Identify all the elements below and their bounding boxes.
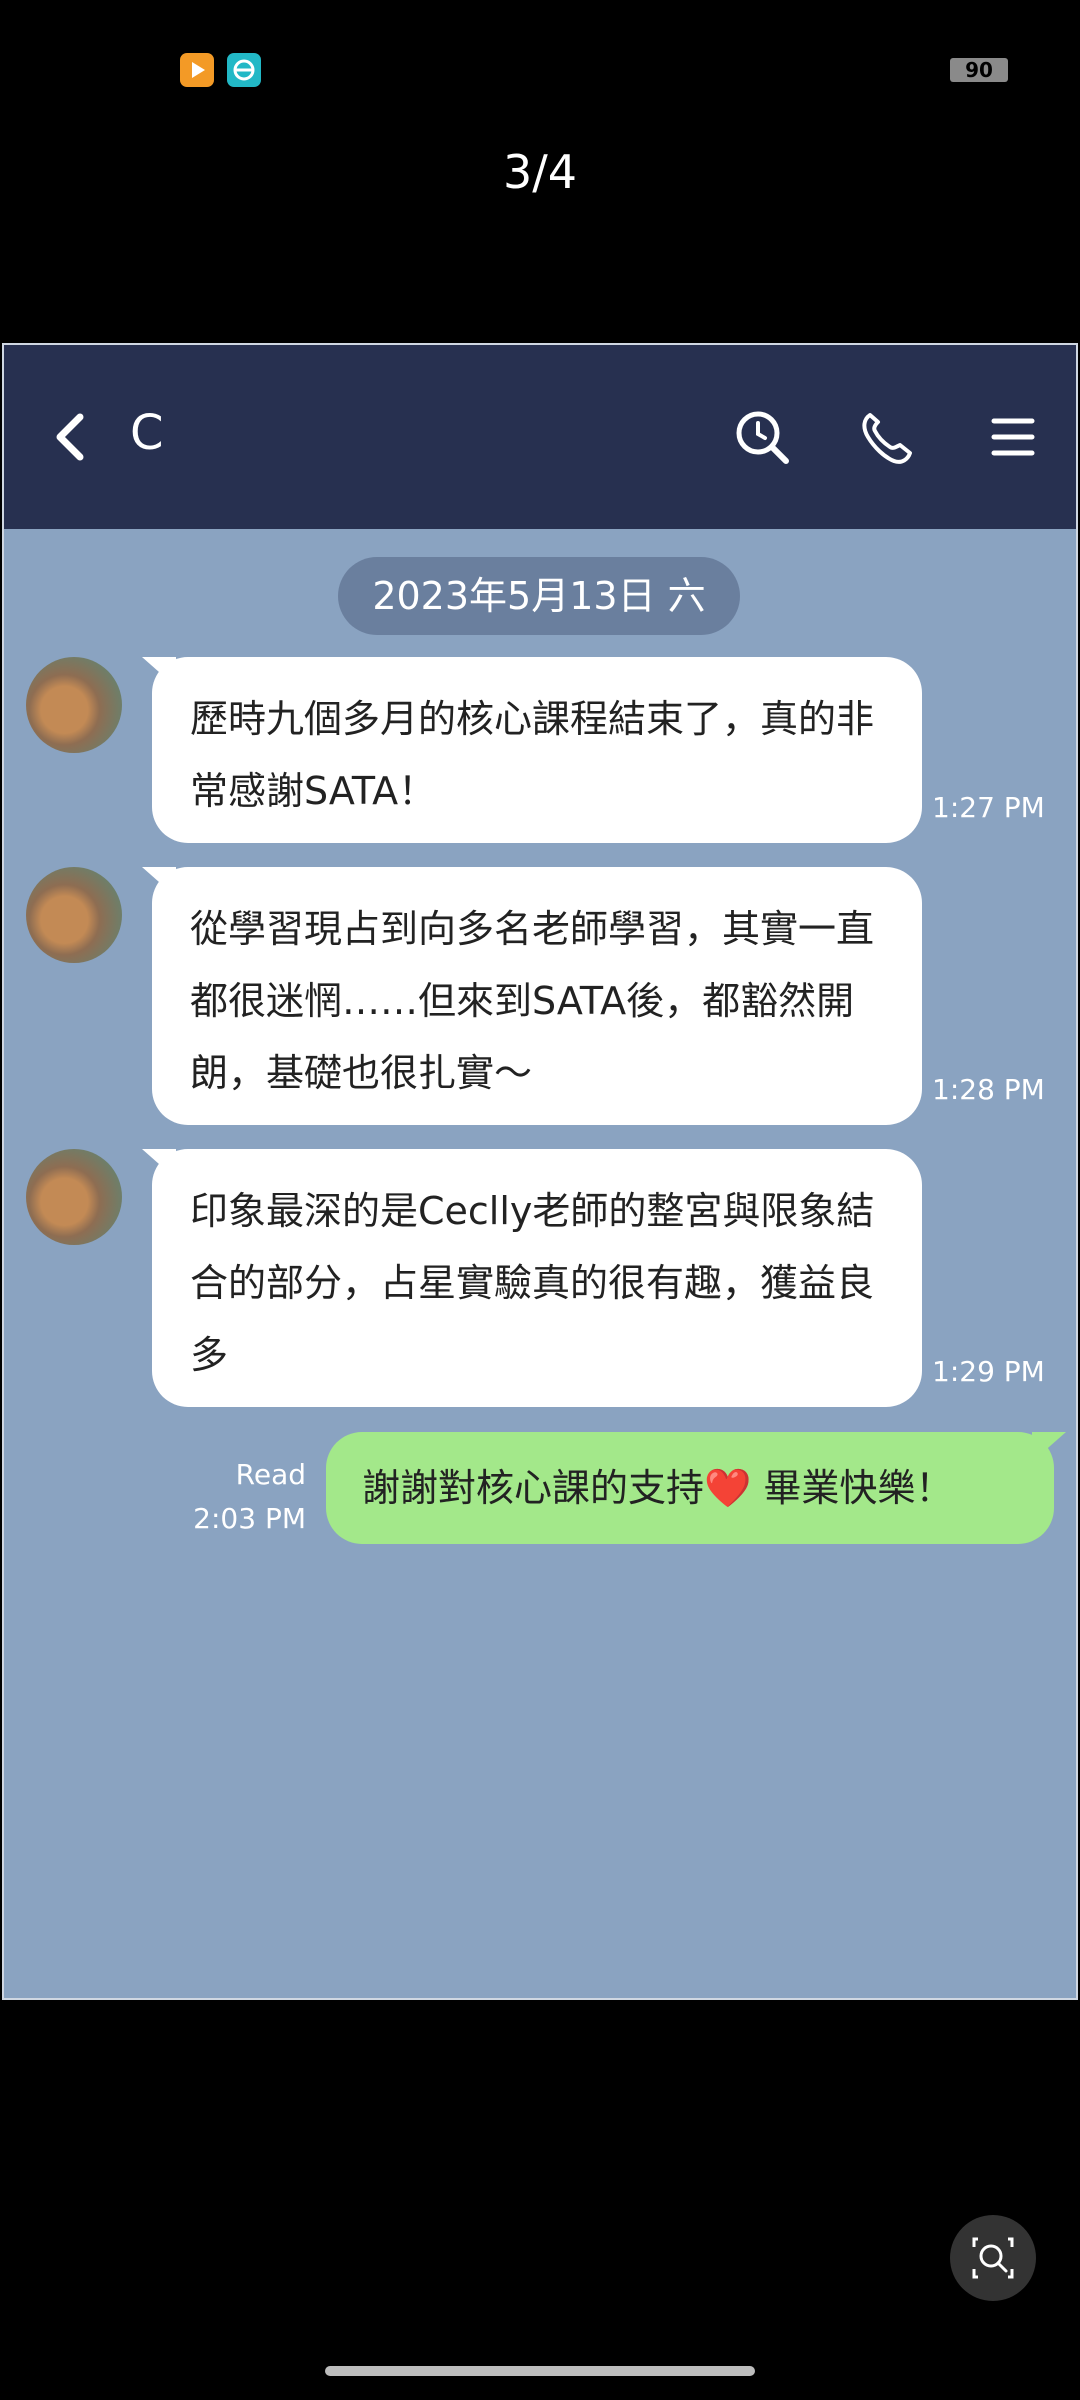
call-button[interactable] <box>856 407 916 467</box>
search-icon <box>736 411 789 464</box>
home-indicator[interactable] <box>325 2366 755 2376</box>
avatar[interactable] <box>26 657 122 753</box>
battery-indicator: 90 <box>950 58 1008 82</box>
lens-search-icon <box>972 2237 1014 2279</box>
browser-app-icon <box>227 53 261 87</box>
date-divider: 2023年5月13日 六 <box>338 557 740 635</box>
message-time: 1:27 PM <box>932 791 1045 824</box>
chat-header: C <box>4 345 1076 529</box>
back-button[interactable] <box>50 411 90 463</box>
chat-screenshot: C 2023年5月13日 六 歷時九個多月的核心課程結束了，真的非常感謝SATA… <box>2 343 1078 2000</box>
contact-name: C <box>130 405 164 461</box>
message-bubble[interactable]: 從學習現占到向多名老師學習，其實一直都很迷惘……但來到SATA後，都豁然開朗，基… <box>152 867 922 1125</box>
search-button[interactable] <box>732 407 792 467</box>
message-time: 1:28 PM <box>932 1073 1045 1106</box>
message-time: 1:29 PM <box>932 1355 1045 1388</box>
chevron-left-icon <box>56 413 84 461</box>
avatar[interactable] <box>26 1149 122 1245</box>
message-bubble[interactable]: 印象最深的是Ceclly老師的整宮與限象結合的部分，占星實驗真的很有趣，獲益良多 <box>152 1149 922 1407</box>
message-time: 2:03 PM <box>193 1502 306 1535</box>
avatar[interactable] <box>26 867 122 963</box>
message-bubble[interactable]: 歷時九個多月的核心課程結束了，真的非常感謝SATA！ <box>152 657 922 843</box>
menu-button[interactable] <box>982 407 1042 467</box>
page-counter: 3/4 <box>502 145 578 199</box>
read-receipt: Read <box>235 1458 306 1491</box>
phone-icon <box>862 413 912 464</box>
hamburger-menu-icon <box>991 418 1035 456</box>
video-app-icon <box>180 53 214 87</box>
visual-search-button[interactable] <box>950 2215 1036 2301</box>
outgoing-message-bubble[interactable]: 謝謝對核心課的支持❤️ 畢業快樂！ <box>326 1432 1054 1544</box>
